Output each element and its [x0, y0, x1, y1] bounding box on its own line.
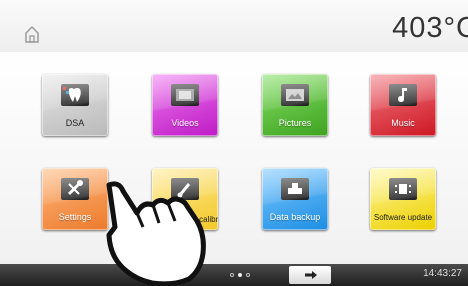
home-icon[interactable] — [24, 25, 40, 43]
tile-label: Data backup — [269, 212, 321, 222]
chip-icon — [389, 178, 417, 200]
tile-label: Pictures — [278, 118, 312, 128]
next-page-button[interactable] — [289, 266, 331, 284]
tile-label: Software update — [373, 213, 433, 222]
music-note-icon — [389, 84, 417, 106]
software-update-tile[interactable]: Software update — [370, 168, 436, 230]
tools-icon — [61, 178, 89, 200]
usb-icon — [281, 178, 309, 200]
data-backup-tile[interactable]: Data backup — [262, 168, 328, 230]
pictures-icon — [281, 84, 309, 106]
dsa-tile[interactable]: DSA — [42, 74, 108, 136]
tile-label: DSA — [65, 118, 85, 128]
arrow-right-icon — [305, 271, 317, 279]
pictures-tile[interactable]: Pictures — [262, 74, 328, 136]
top-bar: 403°C — [0, 0, 468, 52]
tile-label: Music — [391, 118, 415, 128]
tile-label: Videos — [171, 118, 199, 128]
device-screen: 403°C DSA Videos Pictures Music Settings — [0, 0, 468, 286]
tooth-icon — [61, 84, 89, 106]
clock: 14:43:27 — [423, 268, 462, 279]
music-tile[interactable]: Music — [370, 74, 436, 136]
hand-pointer-icon — [106, 181, 206, 286]
videos-tile[interactable]: Videos — [152, 74, 218, 136]
film-icon — [171, 84, 199, 106]
temperature-display: 403°C — [392, 12, 468, 44]
